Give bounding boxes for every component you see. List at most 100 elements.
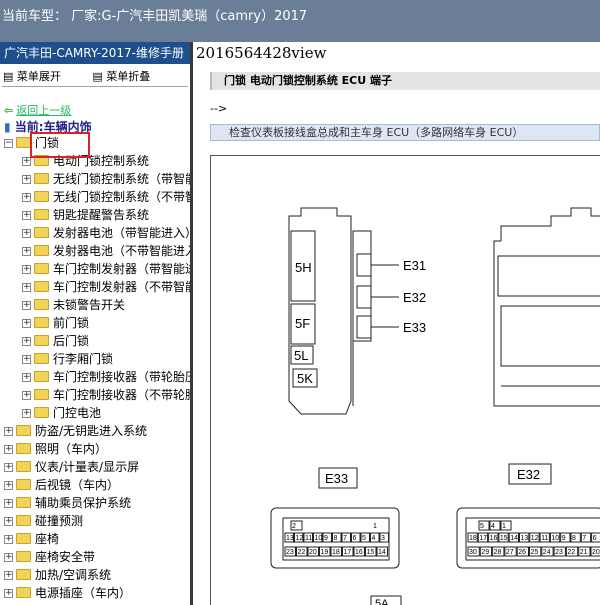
pin-number: 20 xyxy=(309,549,317,556)
tree-item-label: 车门控制发射器（不带智能进入） xyxy=(53,280,190,294)
expand-icon[interactable]: + xyxy=(4,517,13,526)
pin-number: 19 xyxy=(321,549,329,556)
tree-item[interactable]: + 后视镜（车内） xyxy=(0,476,190,494)
pin-number: 21 xyxy=(580,549,588,556)
pin-number: 25 xyxy=(531,549,539,556)
tree-item[interactable]: + 车门控制发射器（带智能进入） xyxy=(0,260,190,278)
tree-item[interactable]: + 无线门锁控制系统（带智能进入） xyxy=(0,170,190,188)
tree-item[interactable]: + 车门控制接收器（带轮胎压力） xyxy=(0,368,190,386)
expand-icon[interactable]: + xyxy=(22,193,31,202)
expand-icon[interactable]: + xyxy=(22,409,31,418)
expand-icon[interactable]: + xyxy=(22,157,31,166)
expand-icon[interactable]: + xyxy=(22,229,31,238)
tree-item[interactable]: + 电源插座（车内） xyxy=(0,584,190,602)
tree-item[interactable]: + 车门控制发射器（不带智能进入） xyxy=(0,278,190,296)
tree-item[interactable]: + 辅助乘员保护系统 xyxy=(0,494,190,512)
tree-item-label: 后门锁 xyxy=(53,334,90,348)
tree-item[interactable]: + 照明（车内） xyxy=(0,440,190,458)
pin-number: 18 xyxy=(469,535,477,542)
folder-icon xyxy=(16,533,31,544)
label-5K: 5K xyxy=(297,371,313,386)
pin-number: 14 xyxy=(510,535,518,542)
folder-icon xyxy=(16,461,31,472)
tree-item-label: 照明（车内） xyxy=(35,442,108,456)
tree-item[interactable]: + 钥匙提醒警告系统 xyxy=(0,206,190,224)
tree-item[interactable]: + 座椅 xyxy=(0,530,190,548)
tree-item[interactable]: + 加热/空调系统 xyxy=(0,566,190,584)
pin-number: 3 xyxy=(381,535,385,542)
expand-icon[interactable]: + xyxy=(22,301,31,310)
nav-arrow-text: --> xyxy=(210,102,228,115)
expand-icon[interactable]: + xyxy=(4,535,13,544)
menu-collapse-button[interactable]: ▤ 菜单折叠 xyxy=(92,70,164,83)
expand-icon[interactable]: + xyxy=(22,373,31,382)
tree-item[interactable]: + 仪表/计量表/显示屏 xyxy=(0,458,190,476)
expand-icon[interactable]: + xyxy=(22,247,31,256)
pin-number: 10 xyxy=(315,535,323,542)
menu-expand-button[interactable]: ▤ 菜单展开 xyxy=(3,70,75,83)
expand-icon[interactable]: + xyxy=(22,355,31,364)
tree-item[interactable]: + 车门控制接收器（不带轮胎压力） xyxy=(0,386,190,404)
folder-icon xyxy=(34,407,49,418)
expand-icon[interactable]: + xyxy=(4,481,13,490)
folder-icon xyxy=(16,551,31,562)
doc-id: 2016564428view xyxy=(196,44,327,62)
label-E32: E32 xyxy=(403,290,426,305)
expand-icon[interactable]: + xyxy=(22,265,31,274)
expand-icon[interactable]: + xyxy=(4,427,13,436)
expand-icon[interactable]: + xyxy=(22,391,31,400)
expand-icon[interactable]: + xyxy=(4,445,13,454)
tree-item-label: 行李厢门锁 xyxy=(53,352,114,366)
pin-number: 8 xyxy=(572,535,576,542)
expand-icon[interactable]: + xyxy=(22,337,31,346)
folder-icon xyxy=(34,281,49,292)
pin-number: 1 xyxy=(502,523,506,530)
expand-icon[interactable]: + xyxy=(4,571,13,580)
folder-icon xyxy=(34,299,49,310)
manual-title: 广汽丰田-CAMRY-2017-维修手册 xyxy=(0,42,190,64)
tree-item[interactable]: + 无线门锁控制系统（不带智能进入） xyxy=(0,188,193,206)
tree-item-label: 无线门锁控制系统（不带智能进入） xyxy=(53,190,193,204)
expand-icon[interactable]: + xyxy=(4,553,13,562)
tree-item-label: 车门控制接收器（带轮胎压力） xyxy=(53,370,190,384)
tree-item-label: 发射器电池（不带智能进入） xyxy=(53,244,190,258)
tree-item[interactable]: + 发射器电池（不带智能进入） xyxy=(0,242,190,260)
tree-item[interactable]: + 行李厢门锁 xyxy=(0,350,190,368)
expand-icon[interactable]: + xyxy=(4,463,13,472)
tree-item[interactable]: + 碰撞预测 xyxy=(0,512,190,530)
pin-number: 9 xyxy=(562,535,566,542)
expand-icon[interactable]: + xyxy=(22,175,31,184)
window-title-bar: 当前车型： 厂家:G-广汽丰田凯美瑞（camry）2017 xyxy=(0,0,600,42)
tree-item[interactable]: + 前门锁 xyxy=(0,314,190,332)
tree-item-label: 辅助乘员保护系统 xyxy=(35,496,132,510)
expand-icon[interactable]: + xyxy=(4,589,13,598)
folder-icon xyxy=(16,587,31,598)
tree-item[interactable]: + 未锁警告开关 xyxy=(0,296,190,314)
tree-item[interactable]: + 座椅安全带 xyxy=(0,548,190,566)
pin-number: 24 xyxy=(543,549,551,556)
tree-item[interactable]: − 门锁 xyxy=(0,134,190,152)
tree-item-label: 未锁警告开关 xyxy=(53,298,126,312)
tree-item[interactable]: + 防盗/无钥匙进入系统 xyxy=(0,422,190,440)
expand-icon[interactable]: + xyxy=(4,499,13,508)
tree-item[interactable]: + 发射器电池（带智能进入） xyxy=(0,224,190,242)
tree-item-label: 钥匙提醒警告系统 xyxy=(53,208,150,222)
expand-icon[interactable]: + xyxy=(22,283,31,292)
folder-icon xyxy=(16,497,31,508)
collapse-icon[interactable]: − xyxy=(4,139,13,148)
tree-item[interactable]: + 后门锁 xyxy=(0,332,190,350)
tree-item[interactable]: + 门控电池 xyxy=(0,404,190,422)
pin-number: 18 xyxy=(332,549,340,556)
pin-number: 9 xyxy=(324,535,328,542)
folder-icon xyxy=(16,515,31,526)
expand-icon[interactable]: + xyxy=(22,319,31,328)
folder-icon xyxy=(16,479,31,490)
pin-number: 4 xyxy=(491,523,495,530)
pin-number: 10 xyxy=(551,535,559,542)
expand-icon[interactable]: + xyxy=(22,211,31,220)
back-arrow-icon: ⇦ xyxy=(4,104,14,117)
tree-item[interactable]: + 电动门锁控制系统 xyxy=(0,152,190,170)
folder-icon xyxy=(34,371,49,382)
back-link[interactable]: ⇦ 返回上一级 xyxy=(4,102,71,118)
label-E33: E33 xyxy=(403,320,426,335)
